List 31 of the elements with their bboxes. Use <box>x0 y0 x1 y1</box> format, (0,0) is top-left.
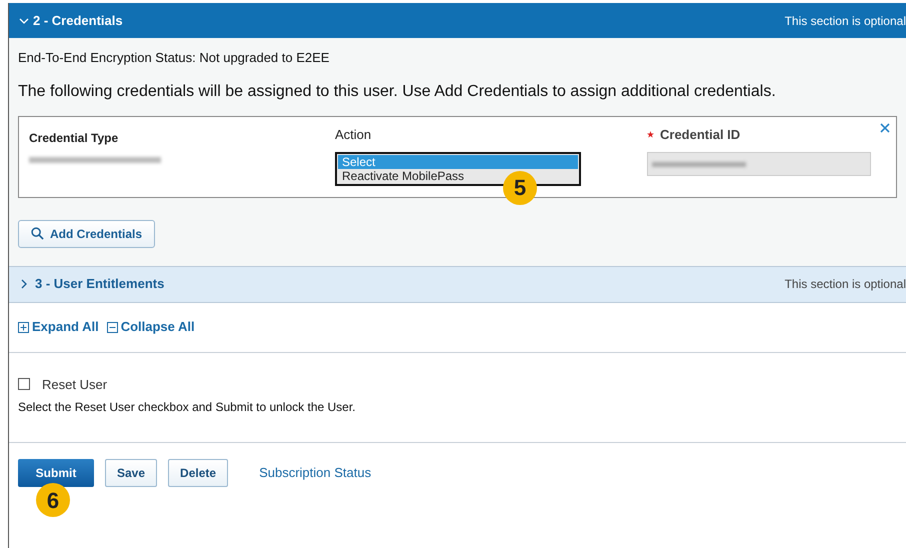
help-text: Select the Reset User checkbox and Submit to unlock the User. <box>18 399 357 416</box>
expand-all-link[interactable]: Expand All <box>18 317 99 337</box>
section-title: 3 - User Entitlements <box>35 275 164 294</box>
encryption-status: End-To-End Encryption Status: Not upgraded to E2EE <box>18 49 330 67</box>
subscription-status-link[interactable]: Subscription Status <box>259 463 372 483</box>
collapse-all-link[interactable]: Collapse All <box>106 317 195 337</box>
listbox-option[interactable]: Select <box>338 155 578 169</box>
chevron-down-icon <box>19 16 29 26</box>
minus-box-icon <box>106 322 118 332</box>
checkbox-label: Reset User <box>42 376 108 394</box>
action-button[interactable]: Delete <box>168 459 228 487</box>
required-icon <box>647 130 654 138</box>
chevron-right-icon <box>19 279 29 289</box>
section-header[interactable]: 3 - User Entitlements This section is optional <box>9 266 906 302</box>
section-title: 2 - Credentials <box>33 12 123 30</box>
add-credentials-button[interactable]: Add Credentials <box>18 220 156 248</box>
section-header[interactable]: 2 - Credentials This section is optional <box>9 3 906 38</box>
column-header: Credential ID <box>660 126 740 144</box>
credential-id-field[interactable] <box>647 152 871 176</box>
search-icon <box>31 227 44 240</box>
optional-note: This section is optional <box>784 12 906 30</box>
column-header: Credential Type <box>29 130 120 146</box>
optional-note: This section is optional <box>784 276 906 293</box>
action-button[interactable]: Save <box>105 459 158 487</box>
close-icon[interactable] <box>880 122 890 132</box>
submit-button[interactable]: Submit <box>18 459 94 487</box>
plus-box-icon <box>18 322 29 332</box>
column-header: Action <box>335 126 372 144</box>
reset-user-checkbox[interactable] <box>18 378 30 390</box>
step-badge: 6 <box>36 483 70 517</box>
intro-text: The following credentials will be assigned to this user. Use Add Credentials to assign additional credentials. <box>18 82 777 102</box>
